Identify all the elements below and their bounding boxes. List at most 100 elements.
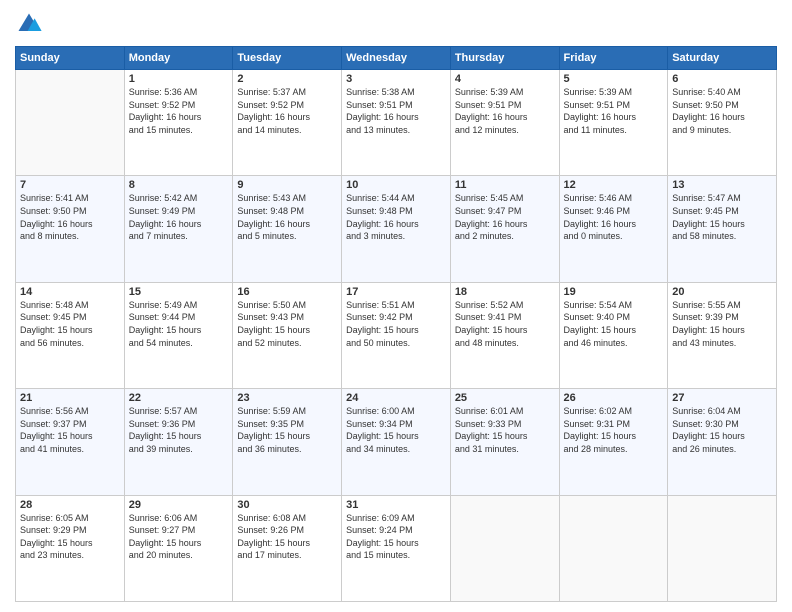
calendar-week-3: 14Sunrise: 5:48 AM Sunset: 9:45 PM Dayli… [16,282,777,388]
day-info: Sunrise: 5:51 AM Sunset: 9:42 PM Dayligh… [346,299,446,349]
calendar-cell: 7Sunrise: 5:41 AM Sunset: 9:50 PM Daylig… [16,176,125,282]
calendar-cell: 23Sunrise: 5:59 AM Sunset: 9:35 PM Dayli… [233,389,342,495]
day-number: 16 [237,286,337,298]
calendar-cell: 24Sunrise: 6:00 AM Sunset: 9:34 PM Dayli… [342,389,451,495]
calendar-cell [450,495,559,601]
logo-icon [15,10,43,38]
calendar-cell: 25Sunrise: 6:01 AM Sunset: 9:33 PM Dayli… [450,389,559,495]
day-number: 5 [564,73,664,85]
day-number: 30 [237,499,337,511]
calendar-cell [559,495,668,601]
calendar-cell: 3Sunrise: 5:38 AM Sunset: 9:51 PM Daylig… [342,70,451,176]
day-number: 28 [20,499,120,511]
calendar-cell: 29Sunrise: 6:06 AM Sunset: 9:27 PM Dayli… [124,495,233,601]
day-info: Sunrise: 5:57 AM Sunset: 9:36 PM Dayligh… [129,405,229,455]
day-info: Sunrise: 5:44 AM Sunset: 9:48 PM Dayligh… [346,192,446,242]
day-number: 14 [20,286,120,298]
day-info: Sunrise: 5:59 AM Sunset: 9:35 PM Dayligh… [237,405,337,455]
day-number: 1 [129,73,229,85]
calendar-header-wednesday: Wednesday [342,47,451,70]
day-info: Sunrise: 6:01 AM Sunset: 9:33 PM Dayligh… [455,405,555,455]
header [15,10,777,38]
calendar-header-friday: Friday [559,47,668,70]
calendar-cell: 22Sunrise: 5:57 AM Sunset: 9:36 PM Dayli… [124,389,233,495]
calendar-cell: 5Sunrise: 5:39 AM Sunset: 9:51 PM Daylig… [559,70,668,176]
calendar-header-saturday: Saturday [668,47,777,70]
calendar-cell: 30Sunrise: 6:08 AM Sunset: 9:26 PM Dayli… [233,495,342,601]
day-info: Sunrise: 5:41 AM Sunset: 9:50 PM Dayligh… [20,192,120,242]
day-number: 29 [129,499,229,511]
day-number: 15 [129,286,229,298]
day-info: Sunrise: 5:42 AM Sunset: 9:49 PM Dayligh… [129,192,229,242]
day-number: 24 [346,392,446,404]
calendar-cell: 17Sunrise: 5:51 AM Sunset: 9:42 PM Dayli… [342,282,451,388]
day-info: Sunrise: 5:37 AM Sunset: 9:52 PM Dayligh… [237,86,337,136]
logo [15,10,47,38]
day-info: Sunrise: 5:39 AM Sunset: 9:51 PM Dayligh… [455,86,555,136]
day-info: Sunrise: 5:40 AM Sunset: 9:50 PM Dayligh… [672,86,772,136]
calendar-cell: 26Sunrise: 6:02 AM Sunset: 9:31 PM Dayli… [559,389,668,495]
day-number: 10 [346,179,446,191]
calendar-cell: 27Sunrise: 6:04 AM Sunset: 9:30 PM Dayli… [668,389,777,495]
day-info: Sunrise: 5:50 AM Sunset: 9:43 PM Dayligh… [237,299,337,349]
calendar-table: SundayMondayTuesdayWednesdayThursdayFrid… [15,46,777,602]
day-info: Sunrise: 6:04 AM Sunset: 9:30 PM Dayligh… [672,405,772,455]
day-info: Sunrise: 6:05 AM Sunset: 9:29 PM Dayligh… [20,512,120,562]
calendar-cell [668,495,777,601]
day-info: Sunrise: 5:38 AM Sunset: 9:51 PM Dayligh… [346,86,446,136]
day-number: 23 [237,392,337,404]
calendar-cell: 10Sunrise: 5:44 AM Sunset: 9:48 PM Dayli… [342,176,451,282]
day-info: Sunrise: 5:39 AM Sunset: 9:51 PM Dayligh… [564,86,664,136]
day-number: 8 [129,179,229,191]
calendar-cell: 11Sunrise: 5:45 AM Sunset: 9:47 PM Dayli… [450,176,559,282]
day-info: Sunrise: 6:06 AM Sunset: 9:27 PM Dayligh… [129,512,229,562]
calendar-header-sunday: Sunday [16,47,125,70]
day-number: 18 [455,286,555,298]
day-number: 25 [455,392,555,404]
calendar-cell: 14Sunrise: 5:48 AM Sunset: 9:45 PM Dayli… [16,282,125,388]
day-info: Sunrise: 5:49 AM Sunset: 9:44 PM Dayligh… [129,299,229,349]
day-number: 27 [672,392,772,404]
day-number: 7 [20,179,120,191]
day-info: Sunrise: 6:08 AM Sunset: 9:26 PM Dayligh… [237,512,337,562]
day-number: 22 [129,392,229,404]
day-number: 31 [346,499,446,511]
day-number: 26 [564,392,664,404]
day-info: Sunrise: 6:02 AM Sunset: 9:31 PM Dayligh… [564,405,664,455]
day-number: 4 [455,73,555,85]
calendar-cell: 4Sunrise: 5:39 AM Sunset: 9:51 PM Daylig… [450,70,559,176]
day-info: Sunrise: 6:09 AM Sunset: 9:24 PM Dayligh… [346,512,446,562]
calendar-week-5: 28Sunrise: 6:05 AM Sunset: 9:29 PM Dayli… [16,495,777,601]
day-number: 9 [237,179,337,191]
day-info: Sunrise: 5:56 AM Sunset: 9:37 PM Dayligh… [20,405,120,455]
calendar-week-4: 21Sunrise: 5:56 AM Sunset: 9:37 PM Dayli… [16,389,777,495]
calendar-cell: 1Sunrise: 5:36 AM Sunset: 9:52 PM Daylig… [124,70,233,176]
day-info: Sunrise: 5:48 AM Sunset: 9:45 PM Dayligh… [20,299,120,349]
calendar-header-tuesday: Tuesday [233,47,342,70]
day-info: Sunrise: 5:54 AM Sunset: 9:40 PM Dayligh… [564,299,664,349]
calendar-week-1: 1Sunrise: 5:36 AM Sunset: 9:52 PM Daylig… [16,70,777,176]
calendar-header-row: SundayMondayTuesdayWednesdayThursdayFrid… [16,47,777,70]
calendar-cell: 31Sunrise: 6:09 AM Sunset: 9:24 PM Dayli… [342,495,451,601]
calendar-cell: 20Sunrise: 5:55 AM Sunset: 9:39 PM Dayli… [668,282,777,388]
calendar-cell: 9Sunrise: 5:43 AM Sunset: 9:48 PM Daylig… [233,176,342,282]
day-number: 11 [455,179,555,191]
calendar-cell: 2Sunrise: 5:37 AM Sunset: 9:52 PM Daylig… [233,70,342,176]
calendar-cell: 21Sunrise: 5:56 AM Sunset: 9:37 PM Dayli… [16,389,125,495]
day-info: Sunrise: 5:55 AM Sunset: 9:39 PM Dayligh… [672,299,772,349]
day-number: 2 [237,73,337,85]
calendar-cell: 13Sunrise: 5:47 AM Sunset: 9:45 PM Dayli… [668,176,777,282]
calendar-cell: 8Sunrise: 5:42 AM Sunset: 9:49 PM Daylig… [124,176,233,282]
day-number: 17 [346,286,446,298]
calendar-cell: 19Sunrise: 5:54 AM Sunset: 9:40 PM Dayli… [559,282,668,388]
day-info: Sunrise: 5:43 AM Sunset: 9:48 PM Dayligh… [237,192,337,242]
day-number: 6 [672,73,772,85]
calendar-week-2: 7Sunrise: 5:41 AM Sunset: 9:50 PM Daylig… [16,176,777,282]
day-number: 3 [346,73,446,85]
day-info: Sunrise: 6:00 AM Sunset: 9:34 PM Dayligh… [346,405,446,455]
day-info: Sunrise: 5:36 AM Sunset: 9:52 PM Dayligh… [129,86,229,136]
day-number: 19 [564,286,664,298]
day-info: Sunrise: 5:46 AM Sunset: 9:46 PM Dayligh… [564,192,664,242]
day-number: 13 [672,179,772,191]
calendar-cell: 6Sunrise: 5:40 AM Sunset: 9:50 PM Daylig… [668,70,777,176]
